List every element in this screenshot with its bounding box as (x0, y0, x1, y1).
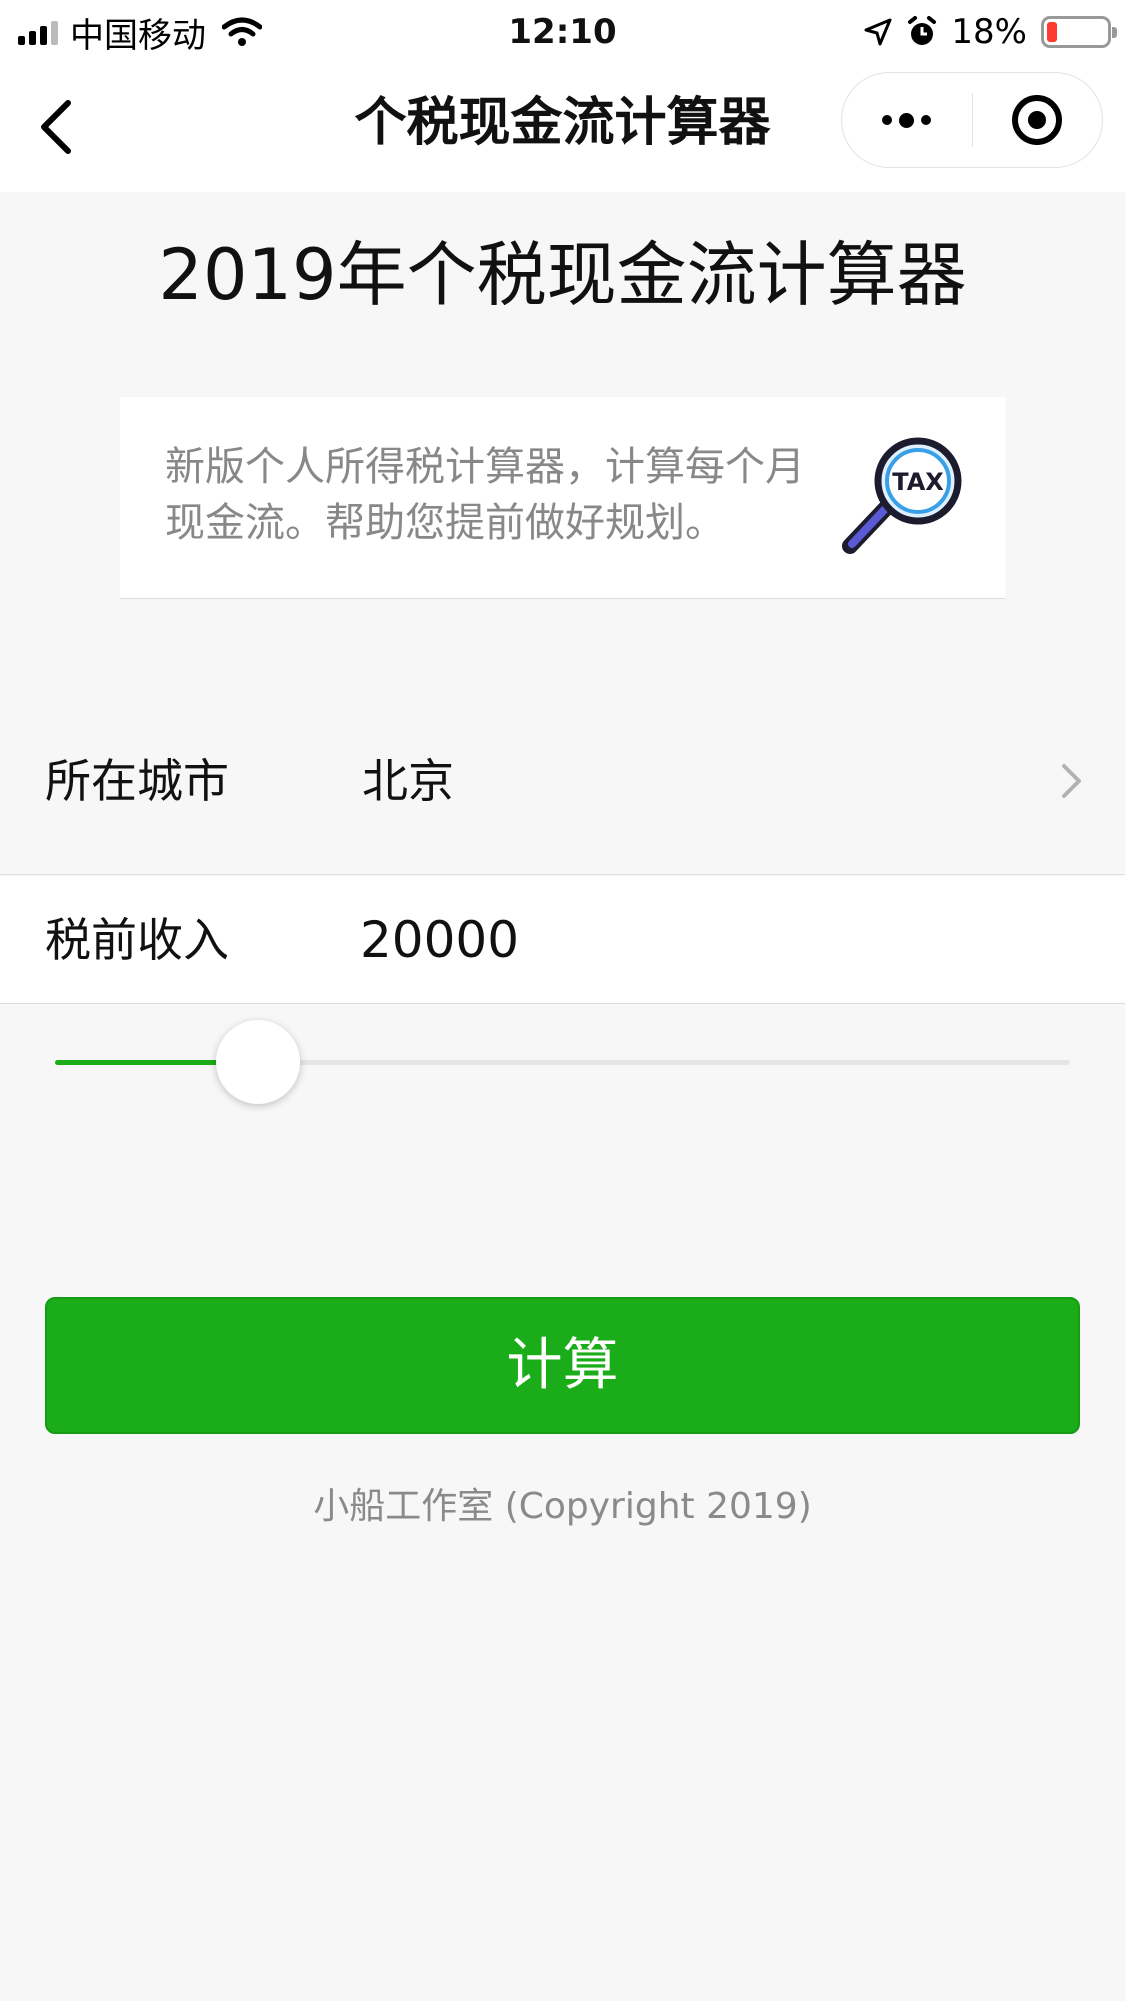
status-right: 18% (863, 8, 1117, 56)
close-target-icon (1012, 95, 1063, 145)
income-row: 税前收入 (0, 876, 1125, 1004)
city-value: 北京 (362, 754, 454, 808)
tax-magnifier-icon: TAX (842, 437, 962, 554)
alarm-icon (908, 16, 937, 45)
location-arrow-icon (864, 18, 892, 46)
copyright-text: 小船工作室 (Copyright 2019) (313, 1486, 812, 1527)
income-label: 税前收入 (45, 913, 229, 967)
city-picker[interactable]: 所在城市 北京 (0, 687, 1125, 875)
income-slider[interactable] (55, 1020, 1070, 1104)
status-bar: 中国移动 12:10 18% (0, 0, 1125, 64)
close-button[interactable] (973, 73, 1103, 167)
chevron-right-icon (1062, 764, 1081, 798)
city-label: 所在城市 (45, 754, 229, 808)
calculate-button[interactable]: 计算 (45, 1297, 1080, 1434)
menu-capsule (841, 72, 1103, 168)
intro-text: 新版个人所得税计算器，计算每个月现金流。帮助您提前做好规划。 (165, 444, 805, 546)
battery-percent: 18% (951, 12, 1027, 52)
nav-bar: 个税现金流计算器 (0, 64, 1125, 192)
more-icon (882, 112, 932, 128)
intro-card: 新版个人所得税计算器，计算每个月现金流。帮助您提前做好规划。 TAX (120, 397, 1005, 599)
slider-thumb[interactable] (216, 1020, 300, 1104)
battery-level (1047, 22, 1058, 42)
battery-icon (1041, 16, 1117, 48)
tax-icon-label: TAX (892, 468, 944, 496)
page-title: 2019年个税现金流计算器 (158, 234, 967, 316)
income-input[interactable] (360, 894, 1060, 986)
more-button[interactable] (842, 73, 972, 167)
